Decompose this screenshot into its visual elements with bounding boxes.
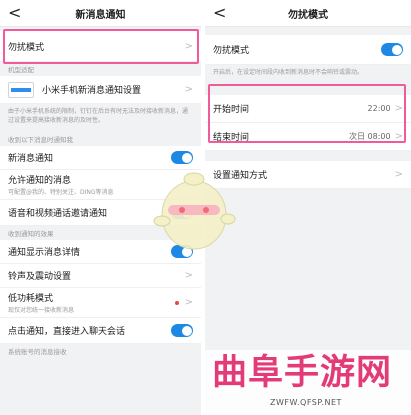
screenshot: < 新消息通知 勿扰模式 > 机型适配 小米手机新消息通知设置 > 由于小米手机…	[0, 0, 411, 415]
mascot-illustration	[153, 172, 236, 250]
left-navbar: < 新消息通知	[0, 0, 201, 27]
ring-vibrate-label: 铃声及震动设置	[8, 272, 72, 282]
dnd-toggle-row: 勿扰模式	[205, 35, 411, 65]
dnd-mode-label: 勿扰模式	[8, 42, 45, 53]
chevron-right-icon: >	[184, 297, 193, 308]
section-system-account: 系统账号的消息接收	[8, 348, 67, 356]
chevron-right-icon: >	[184, 270, 193, 281]
page-title: 勿扰模式	[288, 10, 328, 21]
chevron-right-icon: >	[394, 169, 403, 180]
low-power-subtitle: 现仅对您统一接收新消息	[8, 307, 75, 314]
new-message-notify-label: 新消息通知	[8, 154, 54, 164]
dnd-mode-row[interactable]: 勿扰模式 >	[0, 31, 201, 62]
xiaomi-settings-label: 小米手机新消息通知设置	[42, 86, 142, 96]
end-time-label: 结束时间	[213, 133, 250, 143]
end-time-row[interactable]: 结束时间 次日 08:00 >	[205, 123, 411, 151]
start-time-label: 开始时间	[213, 105, 250, 115]
low-power-label: 低功耗模式 现仅对您统一接收新消息	[8, 291, 175, 314]
click-open-chat-toggle[interactable]	[171, 324, 193, 337]
start-time-value: 22:00	[367, 104, 391, 113]
low-power-row[interactable]: 低功耗模式 现仅对您统一接收新消息 >	[0, 288, 201, 318]
click-open-chat-label: 点击通知，直接进入聊天会话	[8, 327, 126, 337]
end-time-value: 次日 08:00	[349, 132, 391, 141]
right-navbar: < 勿扰模式	[205, 0, 411, 27]
call-invite-notify-label: 语音和视频通话邀请通知	[8, 209, 108, 219]
click-open-chat-row: 点击通知，直接进入聊天会话	[0, 318, 201, 344]
xiaomi-settings-row[interactable]: 小米手机新消息通知设置 >	[0, 76, 201, 104]
section-model-adapt: 机型适配	[8, 66, 34, 74]
chevron-right-icon: >	[394, 131, 403, 142]
dnd-hint: 开启后，在设定时间段内收到新消息时不会响铃或震动。	[213, 69, 364, 76]
new-message-notify-toggle[interactable]	[171, 151, 193, 164]
phone-icon	[8, 81, 34, 98]
dnd-toggle-label: 勿扰模式	[213, 46, 250, 56]
chevron-right-icon: >	[394, 103, 403, 114]
section-receive: 收到以下消息时通知我	[8, 136, 73, 144]
notify-method-label: 设置通知方式	[213, 171, 268, 181]
chevron-right-icon: >	[184, 84, 193, 95]
start-time-row[interactable]: 开始时间 22:00 >	[205, 95, 411, 123]
watermark-url: ZWFW.QFSP.NET	[270, 398, 342, 407]
page-title: 新消息通知	[75, 10, 126, 21]
watermark-text: 曲阜手游网	[212, 353, 393, 393]
xiaomi-hint: 由于小米手机系统的限制，钉钉在后台有时无法及时接收新消息，通过设置来提高接收新消…	[8, 108, 189, 124]
chevron-right-icon: >	[184, 40, 193, 52]
red-dot-badge	[174, 300, 179, 305]
show-detail-label: 通知显示消息详情	[8, 248, 81, 258]
dnd-toggle[interactable]	[381, 43, 403, 56]
low-power-title: 低功耗模式	[8, 294, 54, 304]
ring-vibrate-row[interactable]: 铃声及震动设置 >	[0, 264, 201, 288]
allowed-messages-title: 允许通知的消息	[8, 176, 72, 186]
